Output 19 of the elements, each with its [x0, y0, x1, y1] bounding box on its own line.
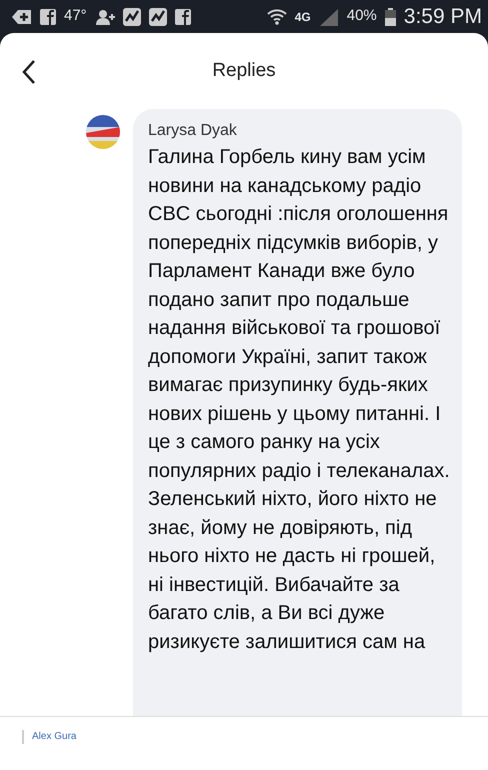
signal-icon — [318, 8, 339, 26]
page-title: Replies — [212, 58, 276, 83]
clock-text: 3:59 PM — [404, 4, 482, 30]
app-icon — [122, 8, 141, 26]
facebook-icon — [40, 8, 56, 24]
facebook-icon — [174, 8, 191, 24]
back-button[interactable] — [22, 59, 36, 85]
wifi-icon — [266, 8, 287, 26]
notification-icon — [12, 8, 32, 24]
reply-author-name[interactable]: Alex Gura — [22, 730, 488, 744]
add-person-icon — [94, 8, 115, 24]
author-name[interactable]: Larysa Dyak — [148, 119, 454, 143]
app-icon — [148, 8, 167, 26]
battery-text: 40% — [346, 6, 377, 26]
network-text: 4G — [294, 8, 311, 26]
comment-text: Галина Горбель кину вам усім новини на канадському радіо CBC сьогодні :після оголошення попередніх підсумків виборів, у Парламент Канади вже було подано запит про подальше надання військової та грошової допомоги Україні, запит також вимагає призупинку будь-яких нових рішень у цьому питанні. І це з самого ранку на усіх популярних радіо і телеканалах. Зеленський ніхто, його ніхто не знає, йому не довіряють, під нього ніхто не дасть ні грошей, ні інвестицій. Вибачайте за багато слів, а Ви всі дуже ризикуєте залишитися сам на — [148, 145, 451, 654]
avatar[interactable] — [86, 115, 120, 149]
battery-icon — [384, 8, 396, 26]
temperature-text: 47° — [64, 6, 87, 26]
